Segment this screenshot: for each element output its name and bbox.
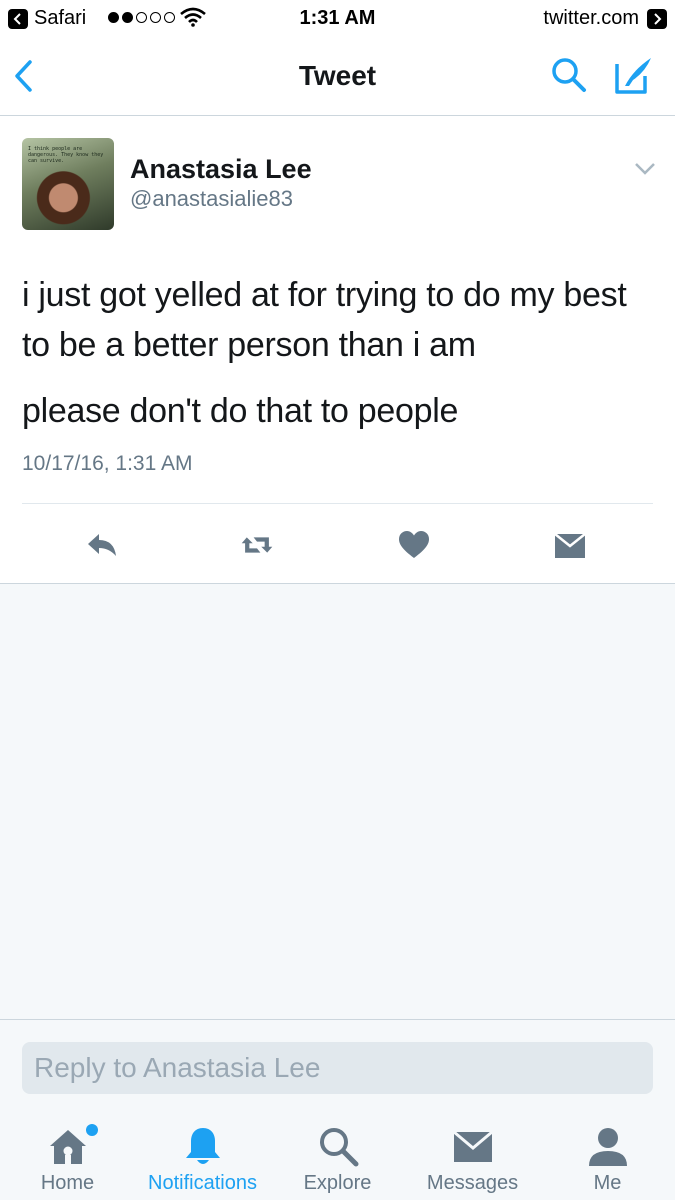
tweet-actions — [0, 521, 675, 569]
heart-icon — [399, 531, 429, 558]
user-handle[interactable]: @anastasialie83 — [130, 186, 293, 212]
direct-message-button[interactable] — [546, 521, 594, 569]
site-forward[interactable]: twitter.com — [543, 7, 667, 30]
envelope-icon — [554, 533, 586, 558]
divider — [22, 503, 653, 504]
avatar-caption: I think people are dangerous. They know … — [28, 146, 104, 164]
reply-button[interactable] — [78, 521, 126, 569]
retweet-button[interactable] — [233, 521, 281, 569]
tab-home[interactable]: Home — [0, 1102, 135, 1200]
tweet-detail: I think people are dangerous. They know … — [0, 116, 675, 584]
reply-input[interactable] — [22, 1042, 653, 1094]
tweet-timestamp: 10/17/16, 1:31 AM — [22, 452, 193, 475]
site-label: twitter.com — [543, 7, 639, 29]
chevron-down-icon[interactable] — [634, 162, 656, 176]
reply-icon — [88, 534, 116, 556]
compose-icon[interactable] — [613, 54, 655, 96]
tab-label: Messages — [426, 1172, 519, 1194]
search-icon[interactable] — [550, 56, 588, 94]
tab-explore[interactable]: Explore — [270, 1102, 405, 1200]
tab-label: Explore — [303, 1172, 372, 1194]
home-icon — [49, 1130, 86, 1164]
avatar[interactable]: I think people are dangerous. They know … — [22, 138, 114, 230]
tab-me[interactable]: Me — [540, 1102, 675, 1200]
reply-bar — [0, 1019, 675, 1102]
tab-messages[interactable]: Messages — [405, 1102, 540, 1200]
search-icon — [319, 1128, 358, 1167]
tweet-text-line: i just got yelled at for trying to do my… — [22, 276, 627, 364]
notification-dot — [86, 1124, 98, 1136]
display-name[interactable]: Anastasia Lee — [130, 154, 312, 185]
status-bar: Safari 1:31 AM twitter.com — [0, 0, 675, 36]
person-icon — [588, 1128, 627, 1166]
envelope-icon — [452, 1130, 493, 1162]
tweet-text-line: please don't do that to people — [22, 392, 459, 430]
nav-bar: Tweet — [0, 36, 675, 116]
tab-bar: Home Notifications Explore Messages Me — [0, 1102, 675, 1200]
tab-notifications[interactable]: Notifications — [135, 1102, 270, 1200]
tab-label: Me — [593, 1172, 622, 1194]
like-button[interactable] — [390, 521, 438, 569]
forward-arrow-icon — [647, 8, 667, 29]
tab-label: Home — [40, 1172, 95, 1194]
tweet-text: i just got yelled at for trying to do my… — [22, 270, 652, 436]
bell-icon — [185, 1128, 220, 1164]
tab-label: Notifications — [148, 1172, 257, 1194]
retweet-icon — [241, 537, 273, 553]
